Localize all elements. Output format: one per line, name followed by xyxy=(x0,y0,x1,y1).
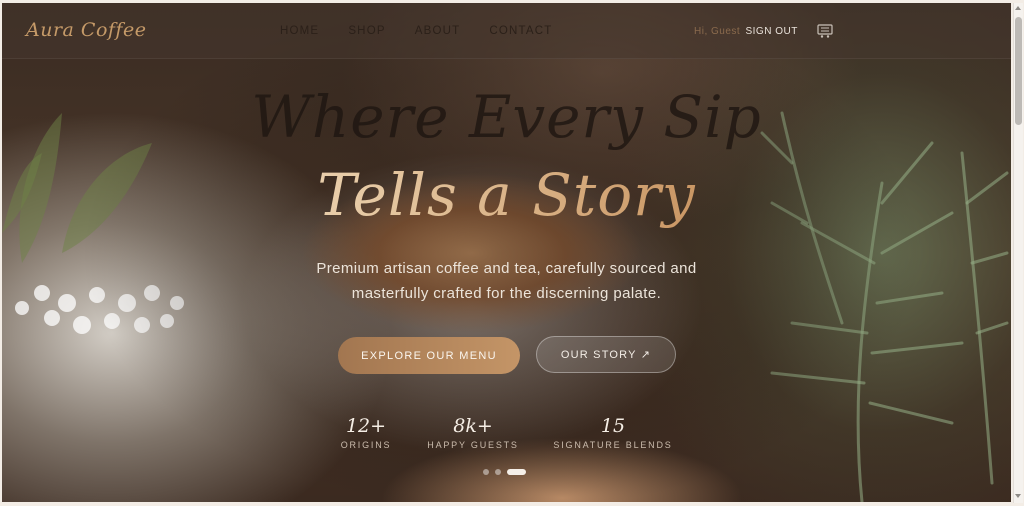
scroll-down-arrow-icon[interactable] xyxy=(1015,494,1021,498)
stat-label: ORIGINS xyxy=(340,440,392,450)
nav-home-link[interactable]: HOME xyxy=(280,25,319,37)
hero-title-line1: Where Every Sip xyxy=(251,83,762,151)
sign-out-link[interactable]: SIGN OUT xyxy=(745,26,797,37)
stat-origins: 12+ ORIGINS xyxy=(340,415,392,450)
stat-label: SIGNATURE BLENDS xyxy=(553,440,673,450)
user-area: Hi, Guest SIGN OUT xyxy=(694,26,798,37)
carousel-dot-1[interactable] xyxy=(483,469,489,475)
cart-icon[interactable] xyxy=(817,24,833,38)
hero-subtitle: Premium artisan coffee and tea, carefull… xyxy=(264,256,749,306)
vertical-scrollbar[interactable] xyxy=(1013,3,1023,503)
our-story-button[interactable]: OUR STORY ↗ xyxy=(536,336,676,373)
brand-logo[interactable]: Aura Coffee xyxy=(26,19,146,41)
stat-value: 15 xyxy=(600,415,626,437)
carousel-dot-2[interactable] xyxy=(495,469,501,475)
nav-shop-link[interactable]: SHOP xyxy=(348,25,385,37)
nav-contact-link[interactable]: CONTACT xyxy=(489,25,552,37)
stat-value: 8k+ xyxy=(453,415,493,437)
stat-value: 12+ xyxy=(345,415,387,437)
scrollbar-thumb[interactable] xyxy=(1015,17,1022,125)
user-greeting: Hi, Guest xyxy=(694,26,741,37)
explore-menu-button[interactable]: EXPLORE OUR MENU xyxy=(338,337,520,374)
carousel-dot-3[interactable] xyxy=(507,469,526,475)
stat-label: HAPPY GUESTS xyxy=(427,440,519,450)
hero-title-line2: Tells a Story xyxy=(2,161,1011,229)
page-frame: Aura Coffee HOME SHOP ABOUT CONTACT Hi, … xyxy=(2,3,1011,502)
subtitle-line1: Premium artisan coffee and tea, carefull… xyxy=(316,260,697,277)
stat-signature-blends: 15 SIGNATURE BLENDS xyxy=(552,415,674,450)
subtitle-line2: masterfully crafted for the discerning p… xyxy=(351,285,662,302)
carousel-indicators xyxy=(483,469,526,475)
nav-links: HOME SHOP ABOUT CONTACT xyxy=(280,25,552,37)
nav-about-link[interactable]: ABOUT xyxy=(415,25,461,37)
stat-happy-guests: 8k+ HAPPY GUESTS xyxy=(425,415,521,450)
top-navbar: Aura Coffee HOME SHOP ABOUT CONTACT Hi, … xyxy=(2,3,1011,59)
scroll-up-arrow-icon[interactable] xyxy=(1015,6,1021,10)
